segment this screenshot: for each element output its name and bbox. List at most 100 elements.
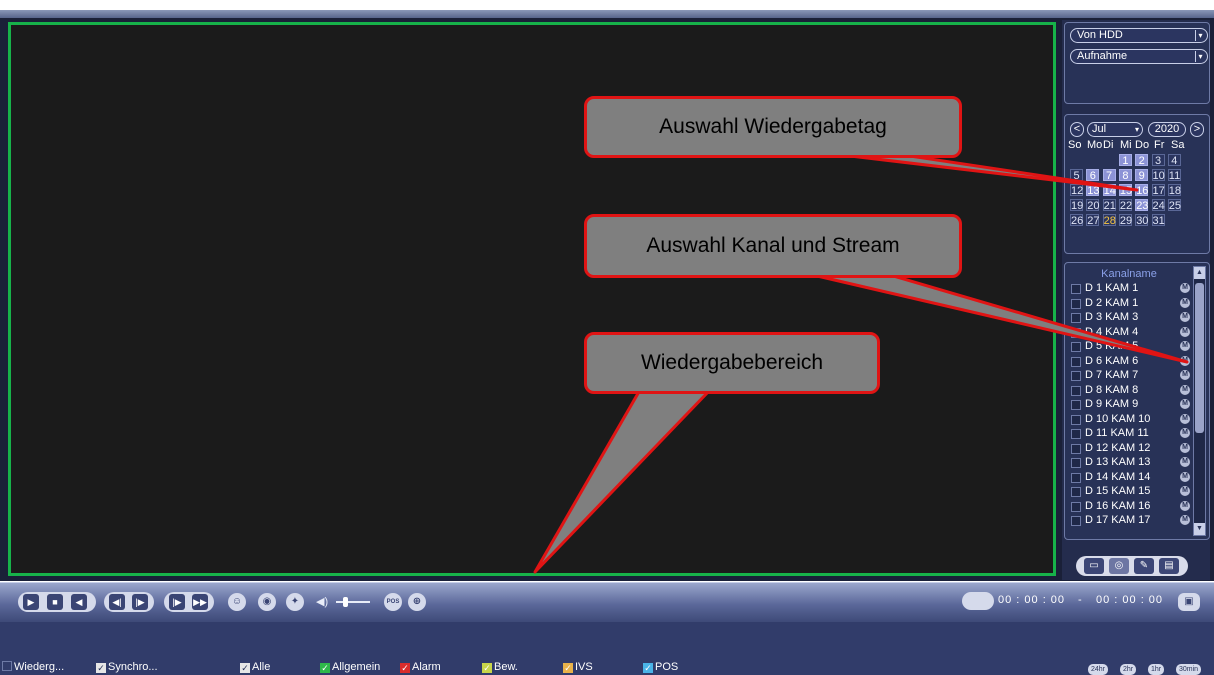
main-stream-icon[interactable]: M <box>1180 355 1190 366</box>
main-stream-icon[interactable]: M <box>1180 341 1190 351</box>
calendar-day[interactable]: 7 <box>1102 169 1116 182</box>
channel-row[interactable]: D 10 KAM 10 M <box>1068 413 1192 426</box>
year-field[interactable]: 2020 <box>1148 122 1186 137</box>
calendar-day[interactable]: 30 <box>1135 214 1148 227</box>
channel-row[interactable]: D 9 KAM 9 M <box>1068 398 1192 411</box>
calendar-day[interactable]: 15 <box>1118 184 1132 197</box>
filter-all[interactable]: ✓ Alle <box>240 661 270 675</box>
main-stream-icon[interactable]: M <box>1180 399 1190 409</box>
zoom-1hr[interactable]: 1hr <box>1148 664 1165 675</box>
slow-play-icon[interactable]: |▶ <box>169 594 185 610</box>
main-stream-icon[interactable]: M <box>1180 428 1190 438</box>
calendar-day[interactable]: 16 <box>1135 184 1148 197</box>
source-select[interactable]: Von HDD ▾ <box>1070 28 1208 43</box>
main-stream-icon[interactable]: M <box>1180 471 1190 482</box>
main-stream-icon[interactable]: M <box>1180 457 1190 467</box>
pos-button[interactable]: POS <box>384 593 402 611</box>
calendar-day[interactable]: 19 <box>1070 199 1083 212</box>
prev-frame-icon[interactable]: ◀| <box>109 594 125 610</box>
main-stream-icon[interactable]: M <box>1180 486 1190 496</box>
channel-row[interactable]: D 1 KAM 1 M <box>1068 282 1192 295</box>
filter-general[interactable]: ✓ Allgemein <box>320 661 380 675</box>
channel-checkbox[interactable] <box>1071 487 1081 497</box>
channel-row[interactable]: D 5 KAM 5 M <box>1068 340 1192 353</box>
channel-row[interactable]: D 6 KAM 6 M <box>1068 355 1192 368</box>
channel-checkbox[interactable] <box>1071 298 1081 309</box>
play-icon[interactable]: ▶ <box>23 594 39 610</box>
calendar-day[interactable]: 1 <box>1118 154 1132 167</box>
channel-checkbox[interactable] <box>1071 356 1081 367</box>
reverse-play-icon[interactable]: ◀ <box>71 594 87 610</box>
fast-forward-icon[interactable]: ▶▶ <box>192 594 208 610</box>
channel-row[interactable]: D 16 KAM 16 M <box>1068 500 1192 513</box>
save-backup-icon[interactable]: ▣ <box>1178 593 1200 611</box>
calendar-day[interactable]: 13 <box>1086 184 1100 197</box>
channel-row[interactable]: D 13 KAM 13 M <box>1068 456 1192 469</box>
calendar-day[interactable]: 17 <box>1151 184 1165 197</box>
channel-row[interactable]: D 15 KAM 15 M <box>1068 485 1192 498</box>
channel-checkbox[interactable] <box>1071 414 1081 425</box>
calendar-day[interactable]: 2 <box>1135 154 1149 167</box>
calendar-day[interactable]: 6 <box>1086 169 1100 182</box>
main-stream-icon[interactable]: M <box>1180 312 1190 322</box>
time-start-field[interactable]: 00 : 00 : 00 <box>998 594 1065 606</box>
calendar-day[interactable]: 4 <box>1167 154 1181 167</box>
smart-search-icon[interactable]: ✎ <box>1134 558 1154 574</box>
channel-checkbox[interactable] <box>1071 429 1081 439</box>
channel-scrollbar[interactable]: ▲ ▼ <box>1193 266 1206 536</box>
calendar-day[interactable]: 22 <box>1118 199 1132 212</box>
filter-alarm[interactable]: ✓ Alarm <box>400 661 441 675</box>
scroll-up-icon[interactable]: ▲ <box>1194 267 1205 279</box>
record-type-select[interactable]: Aufnahme ▾ <box>1070 49 1208 64</box>
calendar-day[interactable]: 18 <box>1167 184 1181 197</box>
volume-slider[interactable]: ◀) <box>316 594 374 610</box>
filter-sync[interactable]: ✓ Synchro... <box>96 661 158 675</box>
calendar-day[interactable]: 23 <box>1135 199 1148 212</box>
channel-row[interactable]: D 2 KAM 1 M <box>1068 297 1192 310</box>
channel-checkbox[interactable] <box>1071 501 1081 512</box>
calendar-day[interactable]: 3 <box>1151 154 1165 167</box>
calendar-day[interactable]: 11 <box>1167 169 1181 182</box>
fisheye-crosshair-icon[interactable]: ⊕ <box>408 593 426 611</box>
smart-search-person-icon[interactable]: ☺ <box>228 593 246 611</box>
main-stream-icon[interactable]: M <box>1180 297 1190 308</box>
main-stream-icon[interactable]: M <box>1180 413 1190 424</box>
next-month-button[interactable]: > <box>1190 122 1204 137</box>
calendar-day[interactable]: 9 <box>1135 169 1149 182</box>
stop-icon[interactable]: ■ <box>47 594 63 610</box>
channel-checkbox[interactable] <box>1071 385 1081 396</box>
calendar-day[interactable]: 20 <box>1086 199 1100 212</box>
scroll-thumb[interactable] <box>1195 283 1204 433</box>
calendar-day[interactable]: 10 <box>1151 169 1165 182</box>
scroll-down-icon[interactable]: ▼ <box>1194 523 1205 535</box>
channel-row[interactable]: D 17 KAM 17 M <box>1068 514 1192 527</box>
zoom-30min[interactable]: 30min <box>1176 664 1202 675</box>
main-stream-icon[interactable]: M <box>1180 442 1190 453</box>
timeline-area[interactable] <box>0 622 1214 675</box>
channel-checkbox[interactable] <box>1071 342 1081 352</box>
time-end-field[interactable]: 00 : 00 : 00 <box>1096 594 1163 606</box>
channel-row[interactable]: D 8 KAM 8 M <box>1068 384 1192 397</box>
channel-row[interactable]: D 7 KAM 7 M <box>1068 369 1192 382</box>
main-stream-icon[interactable]: M <box>1180 384 1190 395</box>
channel-checkbox[interactable] <box>1071 284 1081 294</box>
calendar-day[interactable]: 24 <box>1151 199 1165 212</box>
channel-checkbox[interactable] <box>1071 327 1081 338</box>
file-list-icon[interactable]: ▤ <box>1159 558 1179 574</box>
calendar-day[interactable]: 21 <box>1102 199 1116 212</box>
calendar-day[interactable]: 26 <box>1070 214 1083 227</box>
filter-motion[interactable]: ✓ Bew. <box>482 661 518 675</box>
channel-row[interactable]: D 4 KAM 4 M <box>1068 326 1192 339</box>
channel-row[interactable]: D 14 KAM 14 M <box>1068 471 1192 484</box>
next-frame-icon[interactable]: |▶ <box>132 594 148 610</box>
calendar-day[interactable]: 25 <box>1167 199 1181 212</box>
calendar-day[interactable]: 8 <box>1118 169 1132 182</box>
zoom-2hr[interactable]: 2hr <box>1120 664 1137 675</box>
channel-row[interactable]: D 3 KAM 3 M <box>1068 311 1192 324</box>
calendar-day[interactable]: 5 <box>1070 169 1083 182</box>
zoom-24hr[interactable]: 24hr <box>1088 664 1109 675</box>
time-search-icon[interactable] <box>962 592 994 610</box>
calendar-day[interactable]: 31 <box>1151 214 1165 227</box>
calendar-day[interactable]: 14 <box>1102 184 1116 197</box>
month-select[interactable]: Jul ▾ <box>1087 122 1143 137</box>
